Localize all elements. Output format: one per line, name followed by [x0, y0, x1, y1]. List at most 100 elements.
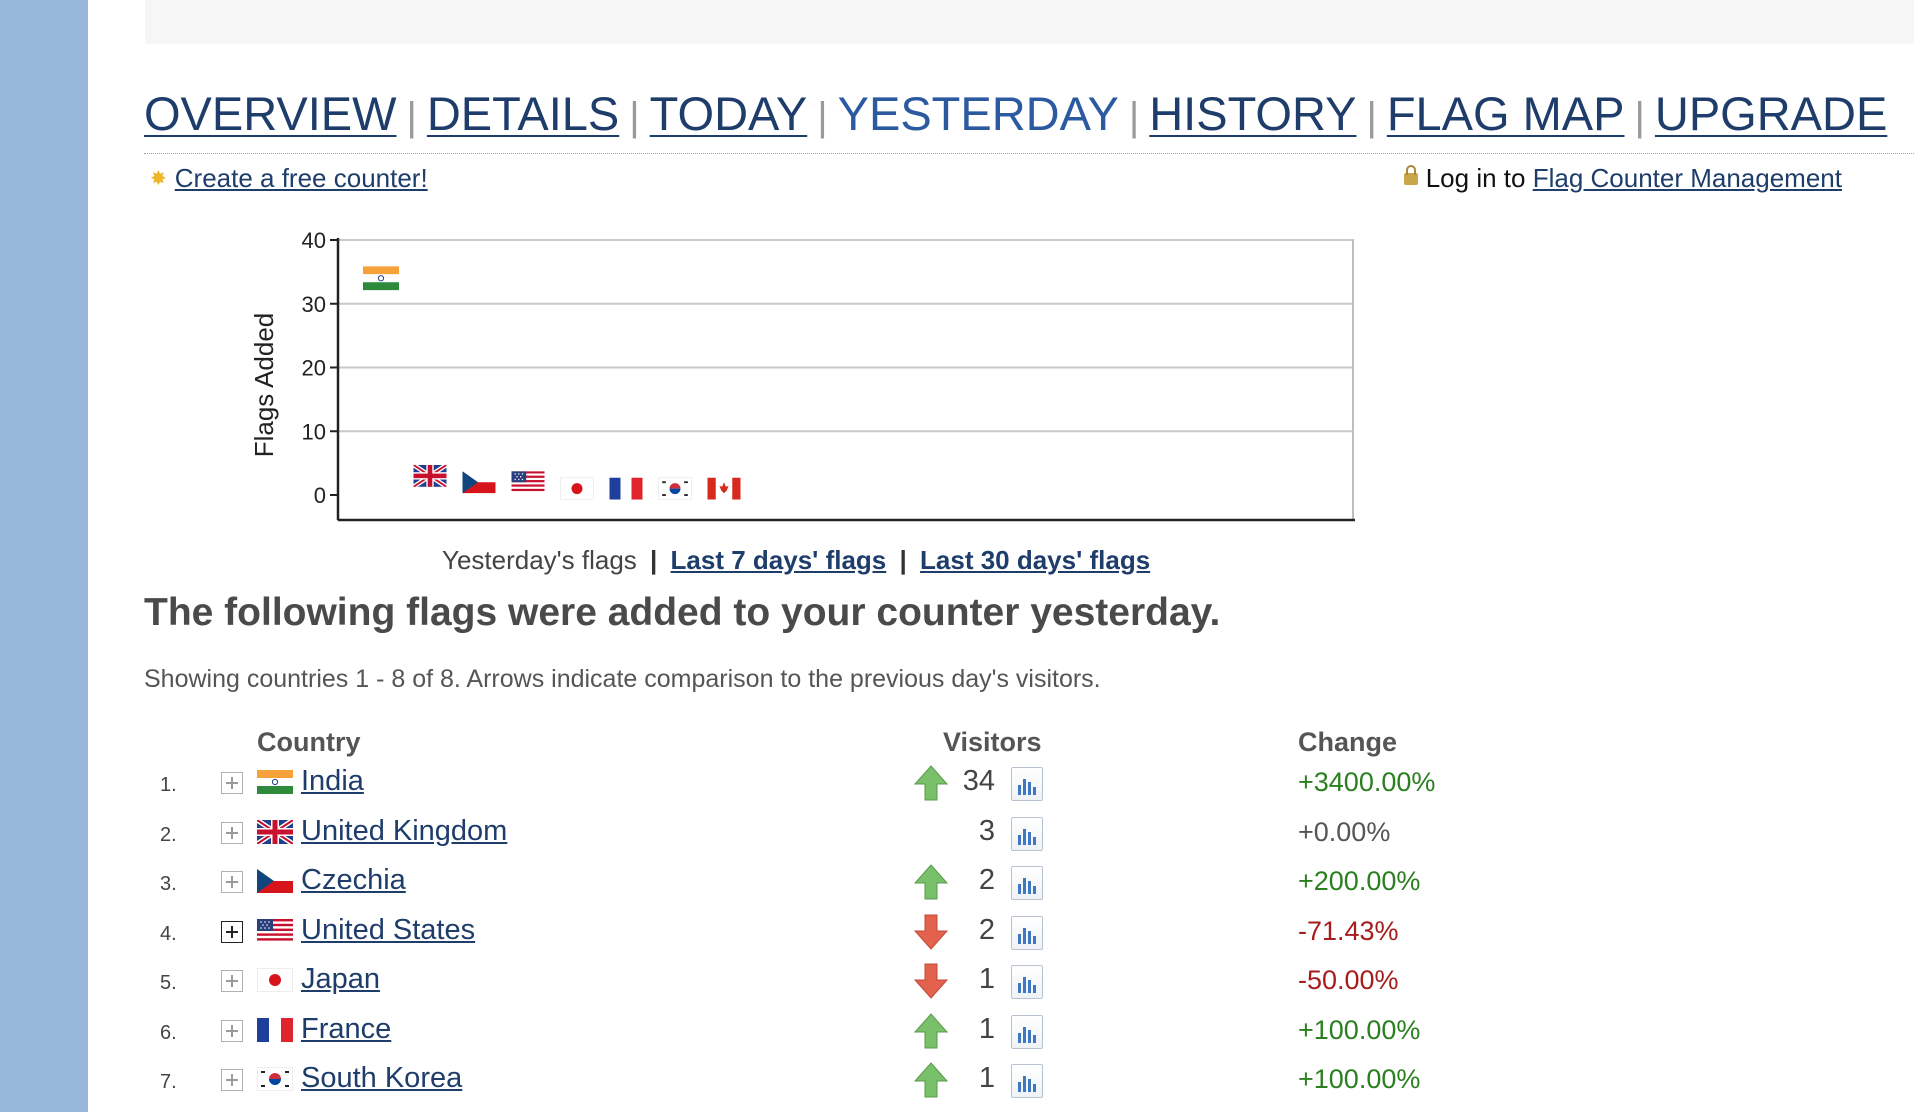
table-row: 7. South Korea 1 +100.00% — [0, 1059, 1914, 1108]
expand-icon[interactable] — [221, 920, 243, 943]
nav-upgrade[interactable]: UPGRADE — [1655, 87, 1887, 140]
flag-point-czechia — [462, 471, 496, 494]
flag-point-united-states — [511, 471, 545, 494]
login-prefix: Log in to — [1425, 163, 1526, 193]
flag-jp-icon — [257, 968, 293, 992]
flag-counter-management-link[interactable]: Flag Counter Management — [1533, 163, 1842, 193]
nav-today[interactable]: TODAY — [650, 87, 808, 140]
nav-separator: | — [817, 95, 828, 139]
country-link[interactable]: United Kingdom — [301, 815, 507, 848]
flags-added-chart: 0 10 20 30 40 Flags Added — [249, 228, 1355, 522]
chart-range-links: Yesterday's flags | Last 7 days' flags |… — [442, 542, 1150, 578]
y-tick-label: 20 — [302, 356, 326, 381]
link-separator: | — [650, 545, 658, 575]
visitor-count: 2 — [978, 864, 995, 896]
change-percent: +3400.00% — [1298, 767, 1436, 797]
nav-separator: | — [406, 95, 417, 139]
nav-overview[interactable]: OVERVIEW — [144, 87, 396, 140]
flag-kr-icon — [257, 1067, 293, 1091]
last-30-days-link[interactable]: Last 30 days' flags — [920, 545, 1150, 575]
row-rank: 1. — [160, 774, 177, 796]
row-rank: 7. — [160, 1071, 177, 1093]
flag-us-icon — [257, 918, 293, 943]
visitors-column-header: Visitors — [943, 727, 1042, 757]
bar-chart-icon[interactable] — [1011, 866, 1043, 900]
row-rank: 4. — [160, 922, 177, 945]
expand-icon[interactable] — [221, 871, 243, 893]
country-link[interactable]: France — [301, 1013, 391, 1046]
nav-details[interactable]: DETAILS — [427, 87, 619, 140]
table-row: 5. Japan 1 -50.00% — [0, 960, 1914, 1009]
nav-yesterday: YESTERDAY — [837, 87, 1119, 140]
bar-chart-icon[interactable] — [1011, 816, 1043, 851]
country-column-header: Country — [257, 727, 361, 757]
link-separator: | — [899, 545, 907, 575]
flag-point-india — [363, 266, 399, 291]
row-rank: 3. — [160, 873, 177, 895]
change-percent: +100.00% — [1298, 1014, 1421, 1045]
arrow-up-icon — [913, 863, 949, 901]
row-rank: 6. — [160, 1021, 177, 1044]
nav-separator: | — [1366, 95, 1377, 139]
nav-separator: | — [629, 95, 640, 139]
flag-point-france — [609, 477, 643, 500]
table-row: 3. Czechia 2 +200.00% — [0, 861, 1914, 910]
nav-flag-map[interactable]: FLAG MAP — [1387, 87, 1625, 140]
change-column-header: Change — [1298, 727, 1398, 757]
y-tick-label: 0 — [314, 483, 326, 508]
visitor-count: 1 — [978, 1012, 995, 1045]
nav-separator: | — [1634, 95, 1645, 139]
expand-icon[interactable] — [221, 772, 243, 794]
bar-chart-icon[interactable] — [1011, 965, 1043, 999]
flag-point-united-kingdom — [414, 465, 447, 487]
change-percent: -71.43% — [1298, 915, 1399, 946]
expand-icon[interactable] — [221, 821, 243, 844]
flag-point-canada — [707, 477, 741, 500]
star-icon: ✸ — [150, 168, 167, 190]
country-link[interactable]: Czechia — [301, 864, 406, 897]
y-tick-label: 10 — [302, 419, 326, 444]
visitor-count: 3 — [978, 814, 995, 847]
country-link[interactable]: United States — [301, 914, 475, 947]
last-7-days-link[interactable]: Last 7 days' flags — [671, 545, 887, 575]
nav-separator: | — [1128, 95, 1140, 139]
country-link[interactable]: South Korea — [301, 1062, 462, 1095]
flag-in-icon — [257, 770, 293, 794]
expand-icon[interactable] — [221, 1019, 243, 1042]
expand-icon[interactable] — [221, 1069, 243, 1091]
y-tick-label: 30 — [302, 292, 326, 317]
create-counter-link[interactable]: Create a free counter! — [175, 163, 428, 193]
flag-fr-icon — [257, 1017, 293, 1042]
bar-chart-icon[interactable] — [1011, 1064, 1043, 1098]
change-percent: +200.00% — [1298, 866, 1421, 896]
country-link[interactable]: Japan — [301, 963, 380, 996]
nav-divider — [144, 153, 1914, 154]
visitor-count: 2 — [978, 913, 995, 946]
bar-chart-icon[interactable] — [1011, 1014, 1043, 1049]
arrow-down-icon — [913, 962, 949, 1000]
main-nav: OVERVIEW | DETAILS | TODAY | YESTERDAY | HISTORY… — [144, 85, 1914, 143]
table-row: 6. France 1 +100.00% — [0, 1010, 1914, 1059]
row-rank: 2. — [160, 823, 177, 846]
top-banner-strip — [145, 0, 1914, 44]
flag-point-south-korea — [658, 477, 692, 500]
yesterdays-flags-label: Yesterday's flags — [442, 545, 637, 575]
bar-chart-icon[interactable] — [1011, 767, 1043, 801]
arrow-up-icon — [913, 1012, 949, 1050]
expand-icon[interactable] — [221, 970, 243, 992]
bar-chart-icon[interactable] — [1011, 915, 1043, 950]
nav-history[interactable]: HISTORY — [1149, 87, 1356, 140]
flag-cz-icon — [257, 869, 293, 893]
country-link[interactable]: India — [301, 765, 364, 798]
y-tick-label: 40 — [302, 228, 326, 253]
page-headline: The following flags were added to your c… — [144, 591, 1221, 634]
visitor-count: 1 — [978, 1062, 995, 1094]
flag-gb-icon — [257, 820, 293, 844]
arrow-up-icon — [913, 764, 949, 802]
table-row: 4. United States 2 -71.43% — [0, 911, 1914, 960]
create-counter-row: ✸ Create a free counter! — [150, 160, 428, 197]
login-row: Log in to Flag Counter Management — [1403, 160, 1842, 196]
lock-icon — [1403, 165, 1418, 185]
visitor-count: 34 — [962, 765, 995, 797]
results-summary: Showing countries 1 - 8 of 8. Arrows ind… — [144, 665, 1101, 693]
